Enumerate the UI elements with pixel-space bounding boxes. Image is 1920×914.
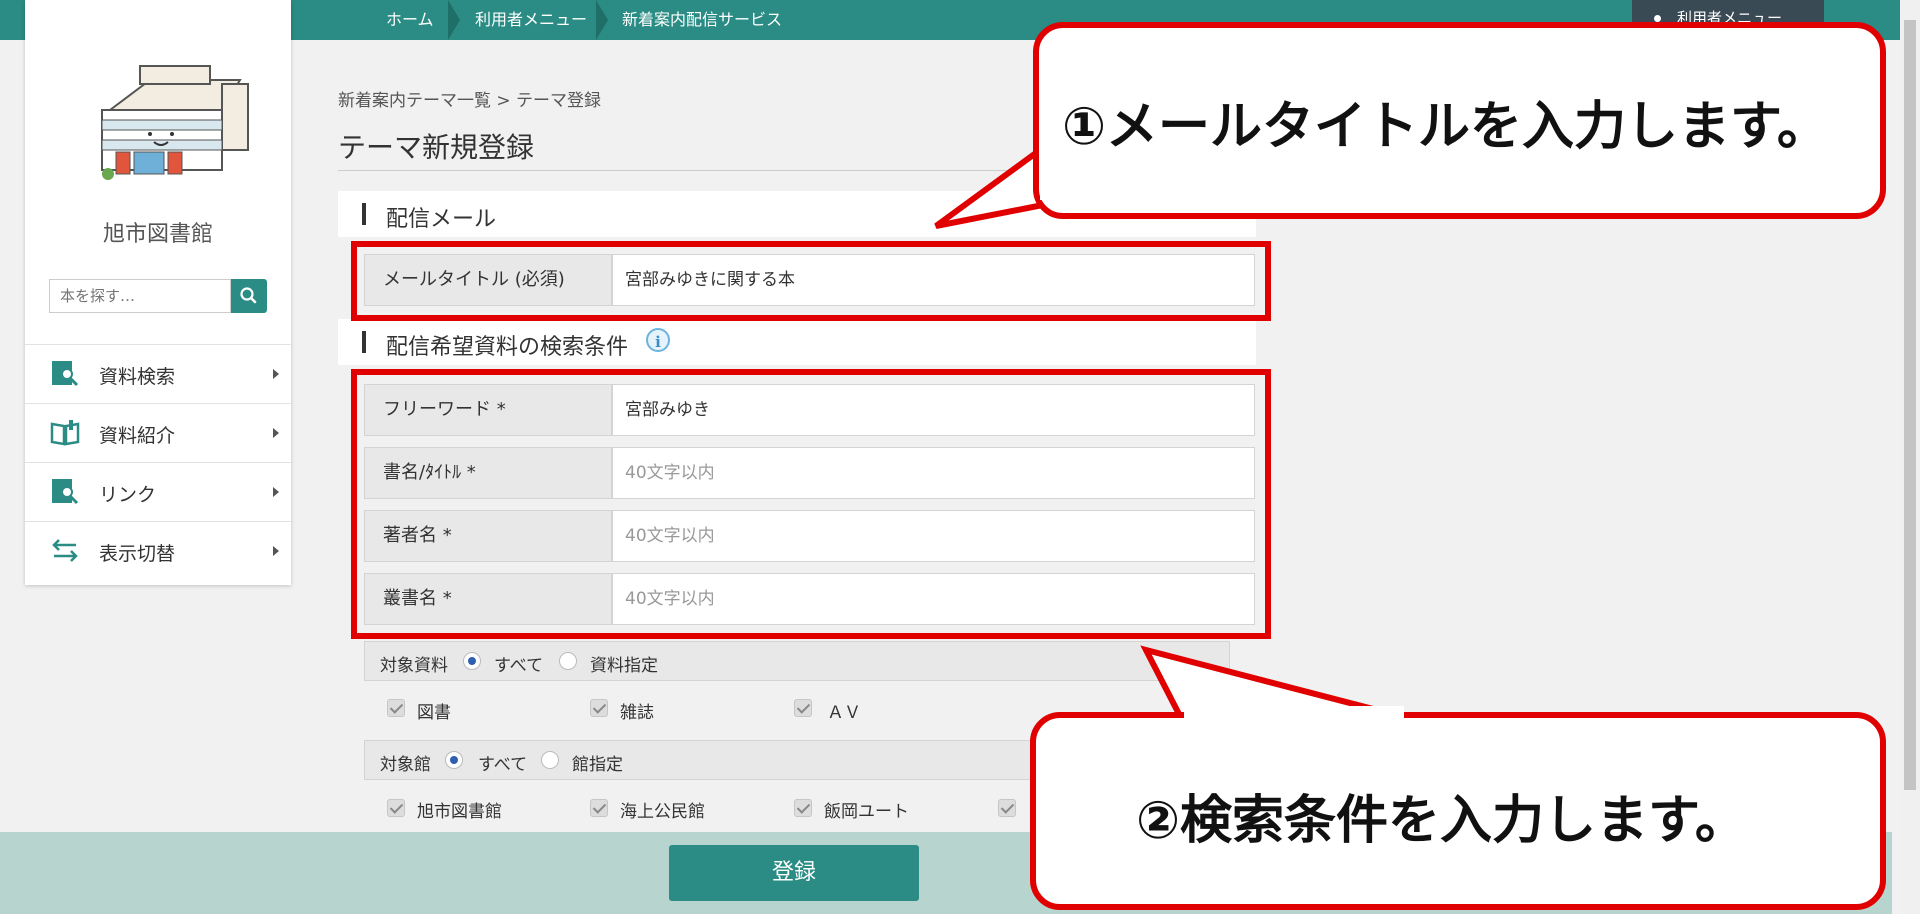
nav-crumb-home[interactable]: ホーム (386, 0, 434, 40)
book-search-icon (52, 361, 79, 387)
target-material-label: 対象資料 (380, 656, 448, 676)
radio-label: すべて (494, 656, 544, 676)
section-heading-search: 配信希望資料の検索条件 (338, 319, 1256, 365)
highlight-mail-title (351, 241, 1271, 321)
checkbox-label: 飯岡ユート (824, 802, 909, 822)
checkbox-label: 海上公民館 (620, 802, 705, 822)
sidebar: 旭市図書館 資料検索 資料紹介 リンク (25, 0, 291, 585)
chevron-right-icon (273, 487, 279, 497)
scrollbar-thumb[interactable] (1904, 20, 1916, 790)
sidebar-item-label: 資料検索 (99, 366, 176, 388)
callout-1-text: ①メールタイトルを入力します。 (1062, 97, 1829, 157)
checkbox-label: ＡＶ (827, 703, 861, 723)
crumb-separator (448, 0, 460, 40)
breadcrumb[interactable]: 新着案内テーマ一覧 > テーマ登録 (338, 86, 601, 111)
callout-pointer-cover-1 (1040, 150, 1060, 200)
chevron-right-icon (273, 546, 279, 556)
chevron-right-icon (273, 369, 279, 379)
sidebar-item-display-toggle[interactable]: 表示切替 (25, 521, 291, 579)
target-library-label: 対象館 (380, 755, 431, 775)
checkbox-books[interactable] (387, 699, 405, 717)
heading-bar (362, 331, 366, 353)
sidebar-item-material-intro[interactable]: 資料紹介 (25, 403, 291, 461)
search-button[interactable] (231, 279, 267, 313)
radio-specify-library[interactable] (541, 751, 559, 769)
bullet-icon (1654, 15, 1661, 22)
radio-label: 資料指定 (590, 656, 658, 676)
checkbox-iioka-yute[interactable] (794, 799, 812, 817)
callout-2-text: ②検索条件を入力します。 (1136, 791, 1747, 851)
checkbox-label: 雑誌 (620, 703, 654, 723)
crumb-separator (596, 0, 608, 40)
radio-all-libraries[interactable] (445, 751, 463, 769)
chevron-right-icon (273, 428, 279, 438)
sidebar-item-material-search[interactable]: 資料検索 (25, 344, 291, 402)
radio-all-materials[interactable] (463, 652, 481, 670)
search-input[interactable] (49, 279, 231, 313)
radio-label: 館指定 (572, 755, 623, 775)
checkbox-unakami-hall[interactable] (590, 799, 608, 817)
section-title: 配信メール (386, 207, 497, 232)
register-button[interactable]: 登録 (669, 845, 919, 901)
checkbox-magazines[interactable] (590, 699, 608, 717)
sidebar-item-links[interactable]: リンク (25, 462, 291, 520)
swap-arrows-icon (52, 539, 78, 562)
sidebar-item-label: 表示切替 (99, 543, 176, 565)
radio-specify-material[interactable] (559, 652, 577, 670)
sidebar-item-label: 資料紹介 (99, 425, 176, 447)
library-mascot-logo[interactable] (80, 58, 260, 188)
checkbox-label: 図書 (417, 703, 451, 723)
heading-bar (362, 203, 366, 225)
highlight-search-conditions (351, 369, 1271, 639)
nav-crumb-user-menu[interactable]: 利用者メニュー (475, 0, 587, 40)
checkbox-more-library[interactable] (998, 799, 1016, 817)
section-title: 配信希望資料の検索条件 (386, 335, 629, 360)
link-search-icon (52, 479, 79, 505)
callout-pointer-cover-2 (1184, 706, 1404, 728)
library-name: 旭市図書館 (102, 222, 213, 247)
page-title: テーマ新規登録 (338, 131, 535, 164)
open-book-icon (50, 420, 80, 446)
checkbox-asahi-library[interactable] (387, 799, 405, 817)
radio-label: すべて (478, 755, 528, 775)
nav-crumb-new-arrivals[interactable]: 新着案内配信サービス (622, 0, 782, 40)
info-icon[interactable]: i (646, 328, 670, 352)
sidebar-item-label: リンク (99, 484, 157, 506)
magnifier-icon (240, 287, 257, 304)
checkbox-label: 旭市図書館 (417, 802, 502, 822)
target-material-bar: 対象資料 すべて 資料指定 (364, 641, 1230, 681)
checkbox-av[interactable] (794, 699, 812, 717)
